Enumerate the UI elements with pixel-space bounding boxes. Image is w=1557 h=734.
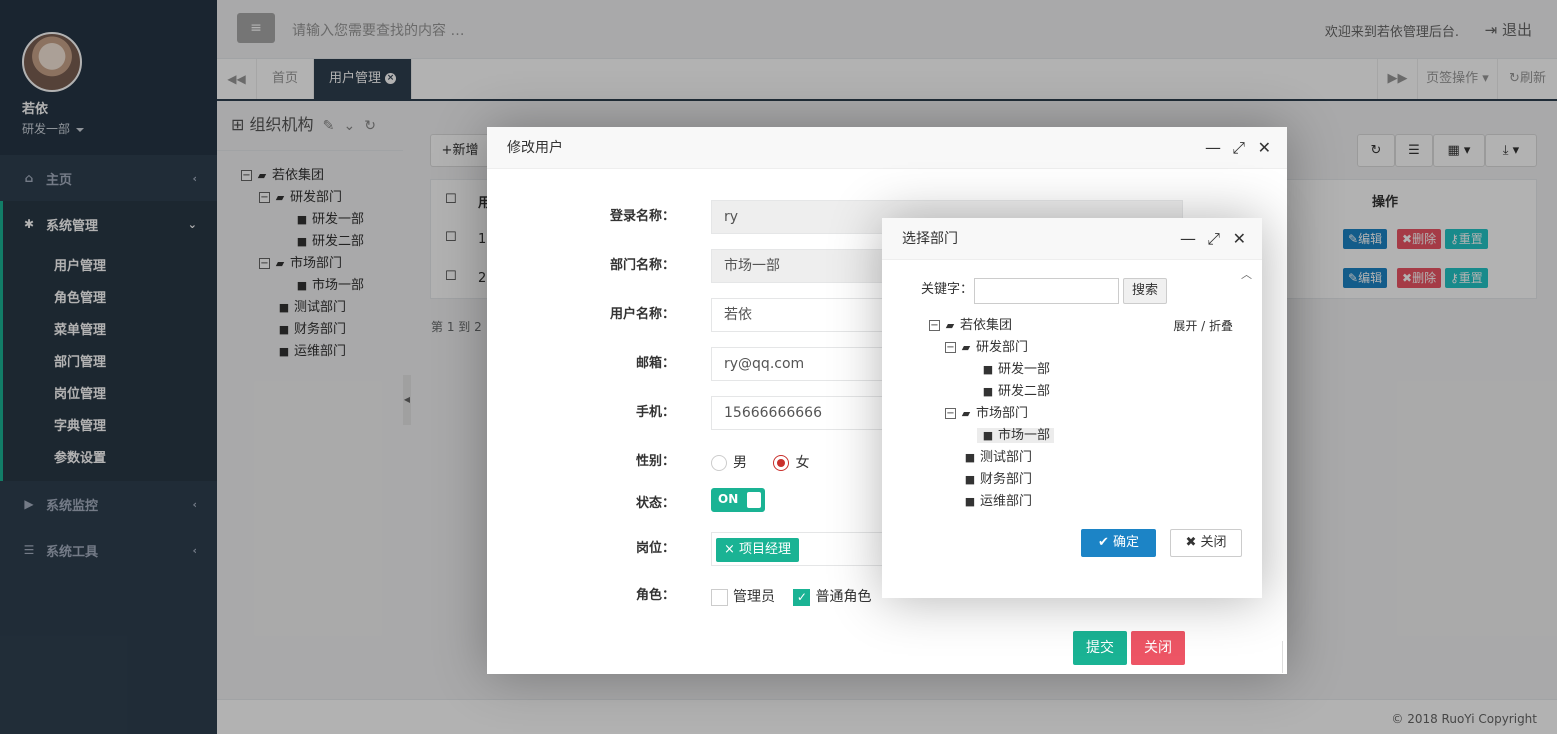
tree-node[interactable]: ■ 运维部门 [929, 491, 1054, 513]
file-icon: ■ [982, 385, 994, 398]
login-label: 登录名称： [609, 209, 675, 224]
minimize-icon[interactable]: — [1205, 127, 1221, 169]
gender-male-radio[interactable] [711, 455, 727, 471]
close-button[interactable]: 关闭 [1131, 631, 1185, 665]
post-tag-label: 项目经理 [739, 542, 792, 557]
dept-close-button[interactable]: ✖ 关闭 [1170, 529, 1242, 557]
tree-node-label: 运维部门 [980, 494, 1033, 509]
submit-button[interactable]: 提交 [1073, 631, 1127, 665]
folder-open-icon: ▰ [945, 319, 955, 332]
folder-open-icon: ▰ [961, 341, 971, 354]
tree-node-label: 研发二部 [998, 384, 1051, 399]
gender-female-label: 女 [795, 455, 810, 471]
collapse-box-icon[interactable]: − [929, 320, 940, 331]
file-icon: ■ [964, 473, 976, 486]
dept-label: 部门名称： [609, 258, 675, 273]
status-label: 状态： [635, 496, 675, 511]
collapse-box-icon[interactable]: − [945, 342, 956, 353]
select-dept-modal: 选择部门 — ⤢ ✕ ︿ 关键字： 搜索 展开 / 折叠 − ▰ 若依集团 − ▰ 研发… [882, 218, 1262, 598]
tree-node-label: 研发部门 [976, 340, 1029, 355]
close-icon[interactable]: ✕ [1258, 127, 1271, 169]
tag-remove-icon[interactable]: × [724, 542, 739, 557]
tree-node[interactable]: ■ 测试部门 [929, 447, 1054, 469]
dept-close-label: 关闭 [1200, 535, 1227, 550]
role-common-label: 普通角色 [815, 589, 872, 605]
file-icon: ■ [982, 363, 994, 376]
maximize-icon[interactable]: ⤢ [1232, 127, 1245, 169]
keyword-input[interactable] [974, 278, 1119, 304]
gender-radio-group: 男 女 [711, 452, 809, 472]
confirm-button[interactable]: ✔ 确定 [1081, 529, 1156, 557]
modal-header: 选择部门 — ⤢ ✕ [882, 218, 1262, 260]
role-common-checkbox[interactable]: ✓ [793, 588, 811, 606]
tree-node-label: 财务部门 [980, 472, 1033, 487]
status-toggle[interactable]: ON [711, 488, 765, 512]
tree-node-label: 市场一部 [998, 428, 1051, 443]
role-label: 角色： [635, 588, 675, 603]
post-label: 岗位： [635, 541, 675, 556]
minimize-icon[interactable]: — [1180, 218, 1196, 260]
chevron-up-icon[interactable]: ︿ [1241, 266, 1252, 282]
modal-title: 修改用户 [507, 140, 563, 156]
folder-open-icon: ▰ [961, 407, 971, 420]
maximize-icon[interactable]: ⤢ [1207, 218, 1220, 260]
collapse-box-icon[interactable]: − [945, 408, 956, 419]
times-icon: ✖ [1185, 535, 1201, 550]
file-icon: ■ [964, 495, 976, 508]
tree-node-selected[interactable]: ■ 市场一部 [929, 425, 1055, 447]
modal-header: 修改用户 — ⤢ ✕ [487, 127, 1287, 169]
tree-node-label: 研发一部 [998, 362, 1051, 377]
gender-female-radio[interactable] [773, 455, 790, 471]
role-checkbox-group: 管理员 ✓ 普通角色 [711, 586, 871, 606]
confirm-label: 确定 [1113, 535, 1140, 550]
modal-title: 选择部门 [902, 231, 958, 247]
tree-node[interactable]: − ▰ 若依集团 [929, 315, 1054, 337]
dept-tree: − ▰ 若依集团 − ▰ 研发部门 ■ 研发一部 ■ 研发二部 − ▰ 市场部门 ■ 市场一部 ■… [929, 315, 1055, 513]
scrollbar[interactable] [1282, 641, 1287, 673]
phone-label: 手机： [635, 405, 675, 420]
role-admin-checkbox[interactable] [711, 588, 728, 606]
tree-node[interactable]: ■ 研发二部 [929, 381, 1054, 403]
expand-collapse-link[interactable]: 展开 / 折叠 [1173, 317, 1233, 334]
file-icon: ■ [982, 429, 994, 442]
email-label: 邮箱： [635, 356, 675, 371]
file-icon: ■ [964, 451, 976, 464]
close-icon[interactable]: ✕ [1233, 218, 1246, 260]
search-button[interactable]: 搜索 [1123, 278, 1167, 304]
gender-label: 性别： [635, 454, 675, 469]
role-admin-label: 管理员 [733, 589, 775, 605]
tree-node-label: 测试部门 [980, 450, 1033, 465]
keyword-label: 关键字： [921, 282, 974, 297]
toggle-knob [747, 492, 761, 508]
selected-node-highlight: ■ 市场一部 [977, 428, 1055, 443]
tree-node[interactable]: − ▰ 研发部门 [929, 337, 1054, 359]
tree-node-label: 若依集团 [960, 318, 1013, 333]
username-label: 用户名称： [609, 307, 675, 322]
post-tag[interactable]: × 项目经理 [716, 538, 800, 562]
check-icon: ✔ [1097, 535, 1113, 550]
tree-node[interactable]: − ▰ 市场部门 [929, 403, 1054, 425]
tree-node-label: 市场部门 [976, 406, 1029, 421]
tree-node[interactable]: ■ 财务部门 [929, 469, 1054, 491]
tree-node[interactable]: ■ 研发一部 [929, 359, 1054, 381]
toggle-on-label: ON [718, 492, 739, 506]
gender-male-label: 男 [733, 455, 747, 471]
